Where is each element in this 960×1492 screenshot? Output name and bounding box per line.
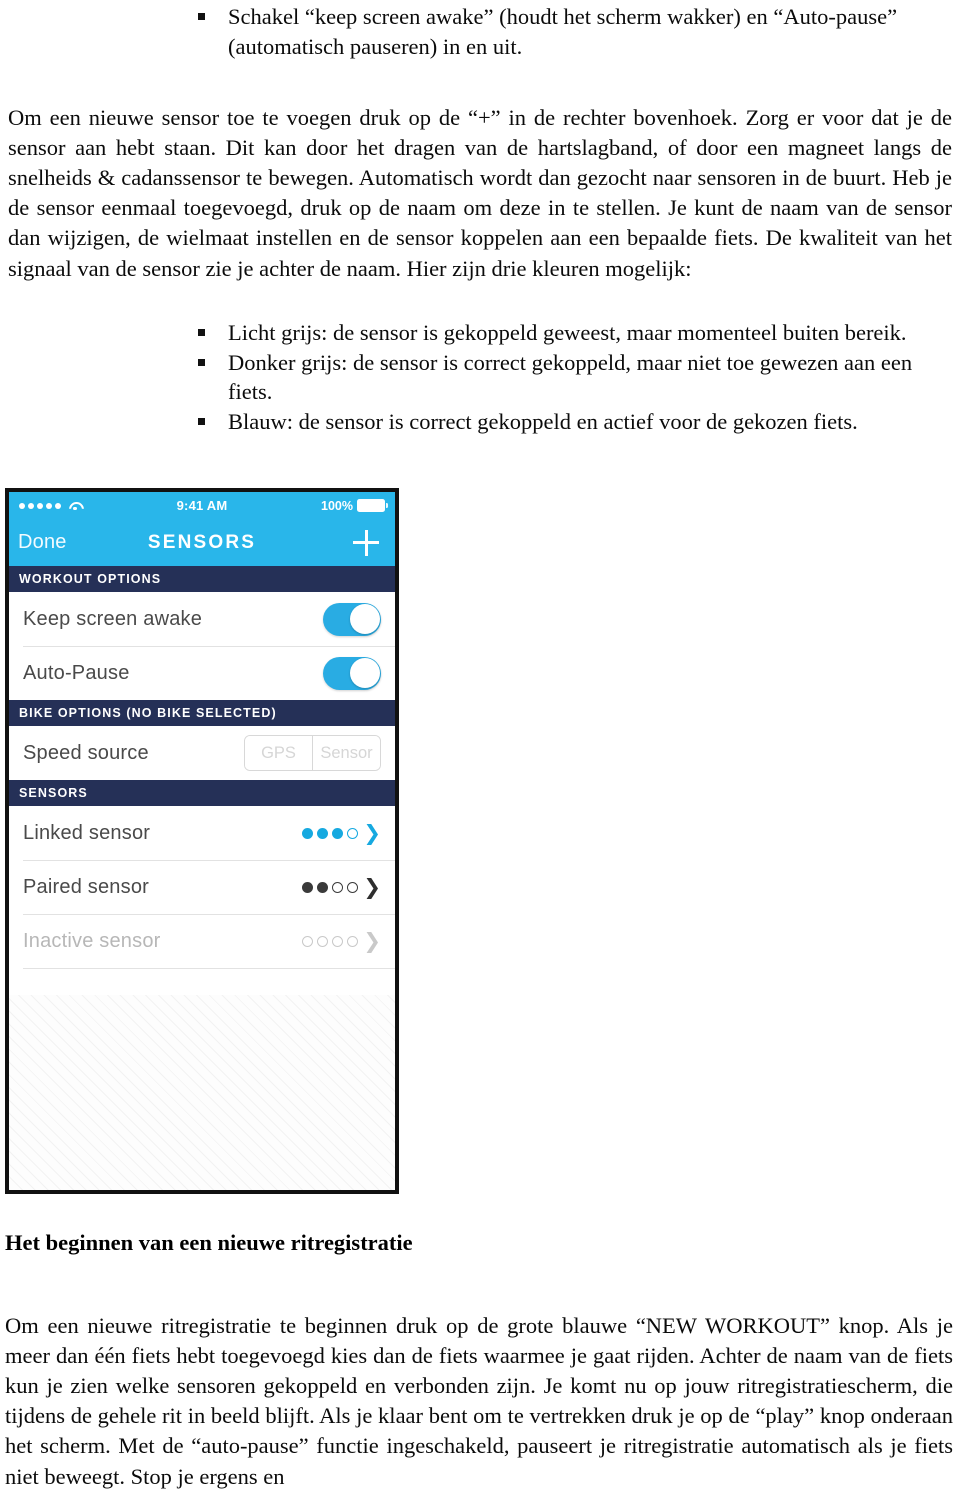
page-section-heading: Het beginnen van een nieuwe ritregistrat… [5, 1230, 413, 1255]
section-header-sensors: SENSORS [9, 780, 395, 806]
segment-gps[interactable]: GPS [245, 736, 312, 770]
bullet-text: Schakel “keep screen awake” (houdt het s… [228, 4, 898, 59]
chevron-right-icon[interactable]: ❯ [363, 931, 381, 952]
plus-icon[interactable] [353, 529, 379, 556]
chevron-right-icon[interactable]: ❯ [363, 823, 381, 844]
empty-list-area [9, 995, 395, 1190]
bullet-square-icon [198, 13, 205, 20]
phone-screenshot-figure: 9:41 AM 100% Done SENSORS WORKOUT OPTION… [5, 488, 399, 1194]
bullet-text: Blauw: de sensor is correct gekoppeld en… [228, 408, 858, 434]
row-label: Inactive sensor [23, 929, 161, 952]
row-auto-pause[interactable]: Auto-Pause [9, 646, 395, 700]
list-item: Licht grijs: de sensor is gekoppeld gewe… [198, 318, 948, 348]
signal-strength-indicator-inactive [302, 935, 359, 947]
section-header-bike-options: BIKE OPTIONS (NO BIKE SELECTED) [9, 700, 395, 726]
signal-strength-indicator-paired [302, 881, 359, 893]
list-item: Blauw: de sensor is correct gekoppeld en… [198, 407, 948, 437]
keep-screen-awake-toggle[interactable] [323, 602, 381, 636]
row-keep-screen-awake[interactable]: Keep screen awake [9, 592, 395, 646]
color-legend-bullet-list: Licht grijs: de sensor is gekoppeld gewe… [198, 318, 948, 437]
segment-sensor[interactable]: Sensor [312, 736, 380, 770]
row-label: Speed source [23, 741, 149, 764]
chevron-right-icon[interactable]: ❯ [363, 877, 381, 898]
paragraph-add-sensor: Om een nieuwe sensor toe te voegen druk … [8, 104, 952, 281]
status-bar-time: 9:41 AM [176, 498, 228, 513]
signal-strength-indicator-linked [302, 827, 359, 839]
row-paired-sensor[interactable]: Paired sensor ❯ [9, 860, 395, 914]
auto-pause-toggle[interactable] [323, 656, 381, 690]
list-item: Donker grijs: de sensor is correct gekop… [198, 348, 948, 407]
paragraph-new-ride: Om een nieuwe ritregistratie te beginnen… [5, 1312, 953, 1489]
bullet-square-icon [198, 358, 205, 366]
bullet-text: Donker grijs: de sensor is correct gekop… [228, 349, 913, 405]
page-title: SENSORS [147, 531, 257, 553]
row-label: Keep screen awake [23, 607, 203, 630]
row-inactive-sensor[interactable]: Inactive sensor ❯ [9, 914, 395, 968]
row-label: Linked sensor [23, 821, 151, 844]
row-label: Paired sensor [23, 875, 149, 898]
top-bullet-list: Schakel “keep screen awake” (houdt het s… [198, 2, 948, 61]
status-bar: 9:41 AM 100% [9, 492, 395, 519]
list-item: Schakel “keep screen awake” (houdt het s… [198, 2, 948, 61]
section-header-workout-options: WORKOUT OPTIONS [9, 566, 395, 592]
nav-bar: Done SENSORS [9, 519, 395, 566]
bullet-text: Licht grijs: de sensor is gekoppeld gewe… [228, 320, 907, 345]
battery-full-icon [357, 499, 389, 512]
row-linked-sensor[interactable]: Linked sensor ❯ [9, 806, 395, 860]
row-speed-source[interactable]: Speed source GPS Sensor [9, 726, 395, 780]
row-label: Auto-Pause [23, 661, 130, 684]
list-bottom-spacer [9, 969, 395, 995]
speed-source-segmented-control[interactable]: GPS Sensor [244, 735, 381, 771]
bullet-square-icon [198, 417, 205, 425]
bullet-square-icon [198, 329, 205, 336]
